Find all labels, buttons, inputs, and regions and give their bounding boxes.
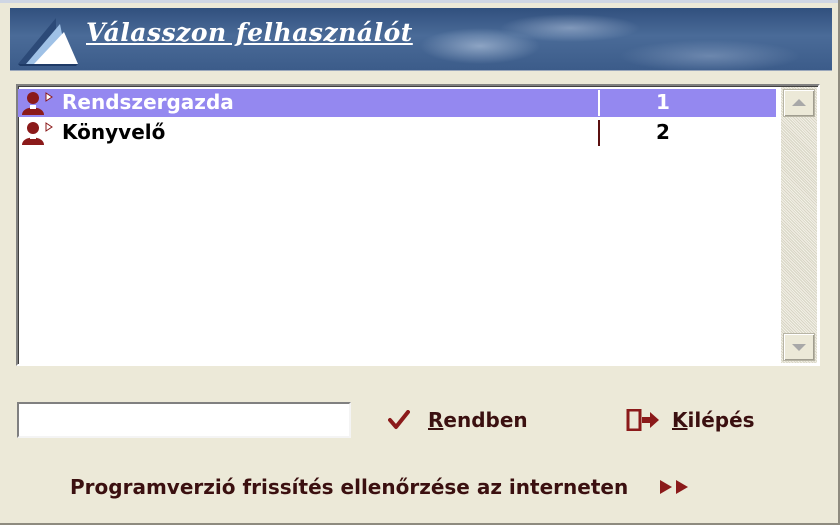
user-list[interactable]: Rendszergazda 1 Könyvelő 2: [16, 84, 820, 366]
user-name: Könyvelő: [62, 120, 166, 144]
password-input[interactable]: [17, 402, 351, 438]
scroll-up-button[interactable]: [783, 89, 815, 117]
page-title: Válasszon felhasználót: [86, 18, 413, 47]
column-separator: [598, 120, 600, 146]
arrow-up-icon: [792, 99, 806, 106]
user-icon: [22, 122, 53, 145]
user-id: 1: [656, 90, 670, 114]
ok-button-label: Rendben: [428, 408, 528, 432]
list-item-user-2[interactable]: Könyvelő 2: [18, 119, 776, 147]
exit-label-rest: ilépés: [687, 408, 755, 432]
ok-button[interactable]: Rendben: [388, 402, 528, 438]
exit-door-icon: [626, 409, 659, 431]
sail-logo-icon: [18, 18, 78, 66]
check-update-label: Programverzió frissítés ellenőrzése az i…: [70, 475, 629, 499]
user-id: 2: [656, 120, 670, 144]
scroll-down-button[interactable]: [783, 333, 815, 361]
list-item-user-1[interactable]: Rendszergazda 1: [18, 89, 776, 117]
exit-accelerator-key: K: [672, 408, 688, 432]
ok-label-rest: endben: [443, 408, 528, 432]
double-arrow-right-icon: [660, 480, 689, 494]
header-banner: Válasszon felhasználót: [10, 8, 832, 71]
arrow-down-icon: [792, 344, 806, 351]
user-icon: [22, 92, 53, 115]
user-name: Rendszergazda: [62, 90, 234, 114]
window-top-edge: [0, 0, 840, 3]
exit-button[interactable]: Kilépés: [626, 402, 755, 438]
vertical-scrollbar[interactable]: [781, 87, 817, 363]
check-update-link[interactable]: Programverzió frissítés ellenőrzése az i…: [70, 472, 692, 502]
exit-button-label: Kilépés: [672, 408, 755, 432]
checkmark-icon: [388, 410, 410, 429]
column-separator: [598, 90, 600, 116]
ok-accelerator-key: R: [428, 408, 444, 432]
